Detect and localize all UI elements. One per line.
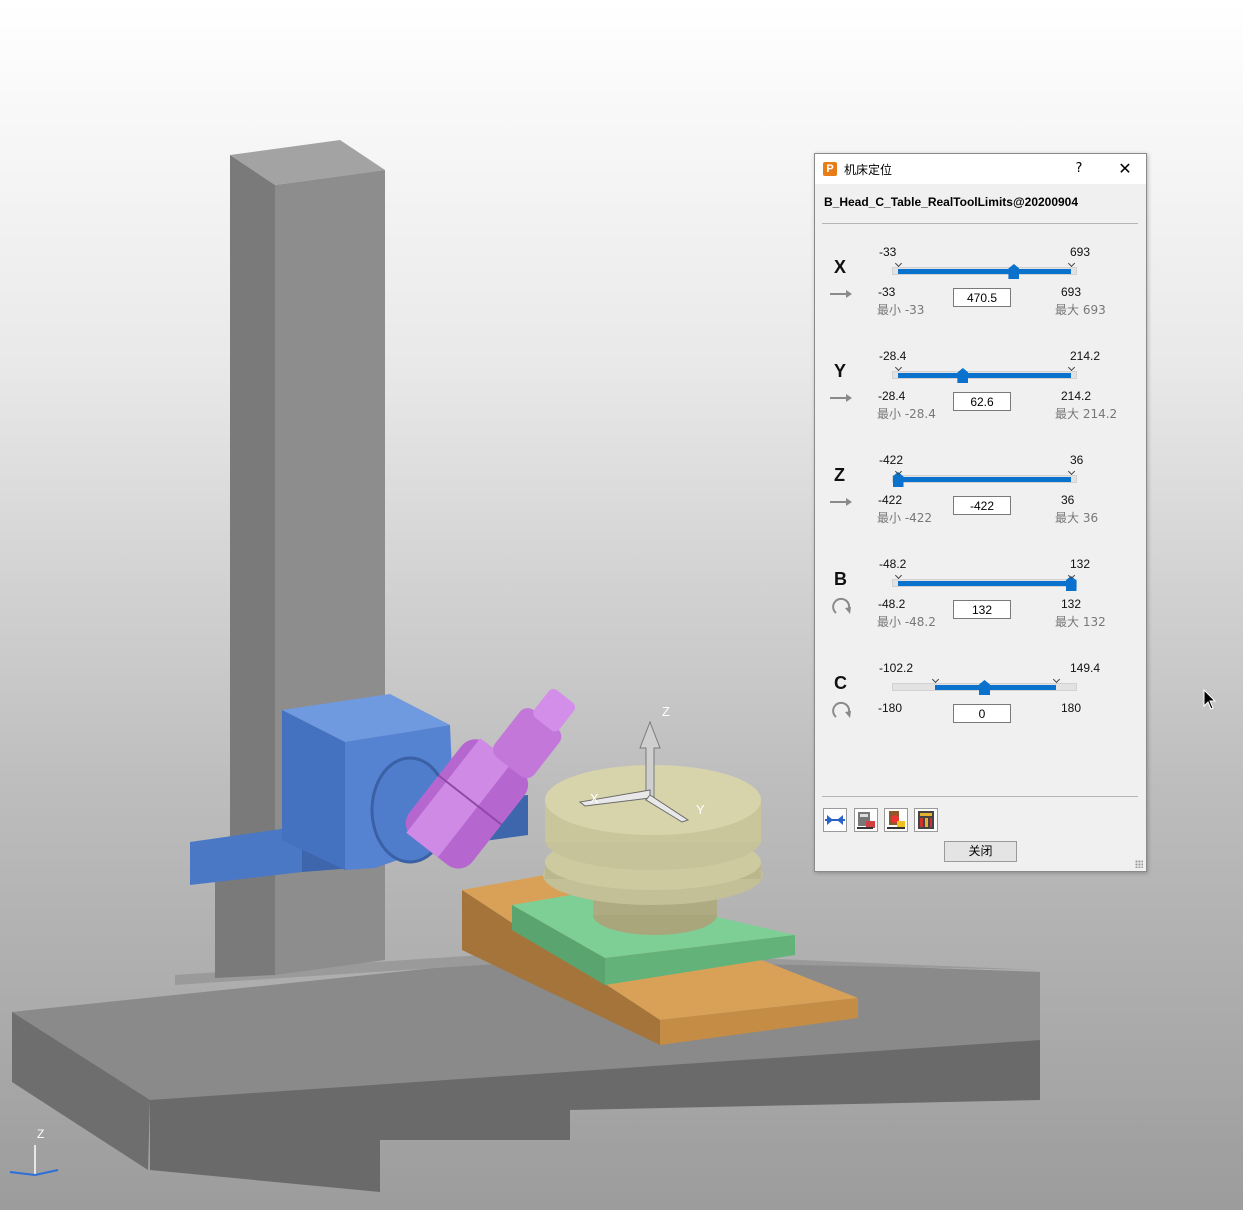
- limit-top-max: 132: [1070, 557, 1091, 571]
- slider-limit-range: [898, 477, 1071, 482]
- max-label: 最大 693: [1055, 303, 1106, 317]
- help-button[interactable]: ?: [1069, 158, 1089, 180]
- axis-slider[interactable]: [892, 680, 1077, 695]
- mouse-cursor-icon: [1203, 689, 1217, 710]
- axis-row-b: B -48.2 132 -48.2 132 最小 -48.2 最大 132: [815, 557, 1146, 661]
- max-label: 最大 36: [1055, 511, 1099, 525]
- svg-text:Z: Z: [37, 1127, 44, 1141]
- range-max: 693: [1061, 285, 1082, 299]
- axis-value-input[interactable]: [953, 392, 1011, 411]
- slider-limit-range: [898, 373, 1071, 378]
- axis-slider[interactable]: [892, 264, 1077, 279]
- limit-top-max: 214.2: [1070, 349, 1101, 363]
- min-label: 最小 -33: [877, 303, 925, 317]
- rotary-arrow-icon: [828, 699, 854, 718]
- app-icon: P: [823, 162, 837, 176]
- slider-limit-range: [898, 269, 1071, 274]
- linear-arrow-icon: [828, 493, 854, 511]
- max-label: 最大 214.2: [1055, 407, 1118, 421]
- range-min: -28.4: [878, 389, 906, 403]
- axis-slider[interactable]: [892, 472, 1077, 487]
- slider-limit-range: [935, 685, 1057, 690]
- limit-top-min: -33: [879, 245, 897, 259]
- linear-arrow-icon: [828, 389, 854, 407]
- divider: [822, 796, 1138, 797]
- range-max: 214.2: [1061, 389, 1092, 403]
- dialog-titlebar[interactable]: P 机床定位 ? ✕: [815, 154, 1146, 184]
- slider-limit-range: [898, 581, 1071, 586]
- limit-top-max: 693: [1070, 245, 1091, 259]
- range-max: 132: [1061, 597, 1082, 611]
- svg-text:X: X: [590, 791, 599, 806]
- axis-value-input[interactable]: [953, 704, 1011, 723]
- limit-top-min: -48.2: [879, 557, 907, 571]
- limit-top-min: -28.4: [879, 349, 907, 363]
- align-tool-icon[interactable]: [823, 808, 847, 832]
- axis-row-y: Y -28.4 214.2 -28.4 214.2 最小 -28.4 最大 214.2: [815, 349, 1146, 453]
- machine-position-dialog: P 机床定位 ? ✕ B_Head_C_Table_RealToolLimits…: [814, 153, 1147, 872]
- axis-label: Z: [834, 465, 845, 485]
- limit-top-min: -422: [879, 453, 904, 467]
- machine-base: [12, 950, 1040, 1192]
- machine-settings-icon[interactable]: [854, 808, 878, 832]
- range-max: 180: [1061, 701, 1082, 715]
- min-label: 最小 -422: [877, 511, 933, 525]
- dialog-title: 机床定位: [844, 163, 893, 177]
- min-label: 最小 -48.2: [877, 615, 936, 629]
- range-min: -33: [878, 285, 896, 299]
- min-label: 最小 -28.4: [877, 407, 936, 421]
- machine-table-icon[interactable]: [914, 808, 938, 832]
- range-max: 36: [1061, 493, 1075, 507]
- axis-slider[interactable]: [892, 576, 1077, 591]
- axis-row-z: Z -422 36 -422 36 最小 -422 最大 36: [815, 453, 1146, 557]
- range-min: -180: [878, 701, 903, 715]
- range-min: -422: [878, 493, 903, 507]
- axis-label: B: [834, 569, 847, 589]
- axis-value-input[interactable]: [953, 600, 1011, 619]
- resize-grip[interactable]: [1135, 860, 1143, 868]
- divider: [822, 223, 1138, 224]
- range-min: -48.2: [878, 597, 906, 611]
- view-orientation-triad: Z: [9, 1127, 59, 1176]
- axis-label: X: [834, 257, 847, 277]
- rotary-arrow-icon: [828, 595, 854, 614]
- axis-label: C: [834, 673, 847, 693]
- axis-value-input[interactable]: [953, 288, 1011, 307]
- linear-arrow-icon: [828, 285, 854, 303]
- svg-text:Z: Z: [662, 704, 670, 719]
- limit-top-max: 36: [1070, 453, 1084, 467]
- max-label: 最大 132: [1055, 615, 1106, 629]
- limit-top-max: 149.4: [1070, 661, 1101, 675]
- close-icon[interactable]: ✕: [1114, 158, 1136, 180]
- axis-row-x: X -33 693 -33 693 最小 -33 最大 693: [815, 245, 1146, 349]
- axis-row-c: C -102.2 149.4 -180 180: [815, 661, 1146, 765]
- machine-name: B_Head_C_Table_RealToolLimits@20200904: [824, 195, 1079, 209]
- axis-label: Y: [834, 361, 847, 381]
- tool-change-icon[interactable]: [884, 808, 908, 832]
- limit-top-min: -102.2: [879, 661, 914, 675]
- axis-slider[interactable]: [892, 368, 1077, 383]
- axis-value-input[interactable]: [953, 496, 1011, 515]
- close-button[interactable]: 关闭: [944, 841, 1017, 862]
- svg-text:Y: Y: [696, 802, 705, 817]
